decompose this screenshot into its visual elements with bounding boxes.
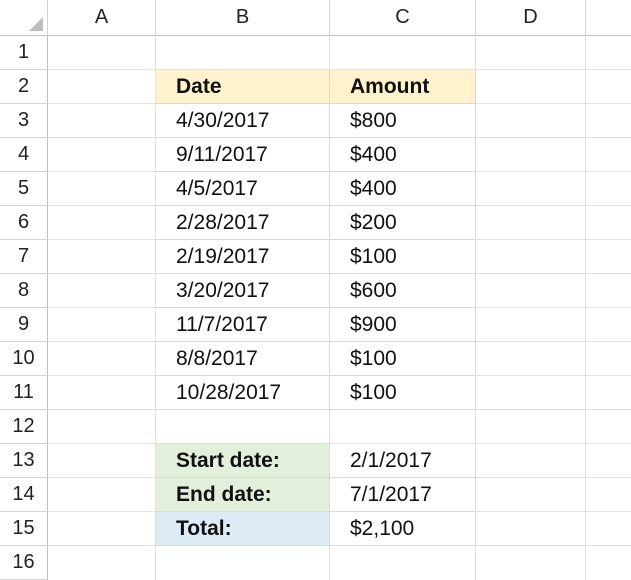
total-label[interactable]: Total: [156,512,330,546]
column-header-b[interactable]: B [156,0,330,36]
date-cell[interactable]: 10/28/2017 [156,376,330,410]
end-date-label[interactable]: End date: [156,478,330,512]
row-header-11[interactable]: 11 [0,376,48,410]
row-header-10[interactable]: 10 [0,342,48,376]
amount-cell[interactable]: $200 [330,206,476,240]
row-header-8[interactable]: 8 [0,274,48,308]
date-cell[interactable]: 2/19/2017 [156,240,330,274]
column-header-e-partial[interactable] [586,0,631,36]
row-header-9[interactable]: 9 [0,308,48,342]
amount-cell[interactable]: $800 [330,104,476,138]
row-header-7[interactable]: 7 [0,240,48,274]
date-cell[interactable]: 3/20/2017 [156,274,330,308]
date-cell[interactable]: 9/11/2017 [156,138,330,172]
column-header-d[interactable]: D [476,0,586,36]
date-cell[interactable]: 4/5/2017 [156,172,330,206]
end-date-value[interactable]: 7/1/2017 [330,478,476,512]
amount-cell[interactable]: $400 [330,172,476,206]
row-header-1[interactable]: 1 [0,36,48,70]
amount-cell[interactable]: $100 [330,376,476,410]
amount-cell[interactable]: $100 [330,342,476,376]
row-header-15[interactable]: 15 [0,512,48,546]
row-header-3[interactable]: 3 [0,104,48,138]
amount-cell[interactable]: $400 [330,138,476,172]
date-cell[interactable]: 2/28/2017 [156,206,330,240]
date-cell[interactable]: 11/7/2017 [156,308,330,342]
select-all-button[interactable] [0,0,48,36]
row-header-12[interactable]: 12 [0,410,48,444]
date-cell[interactable]: 4/30/2017 [156,104,330,138]
table-header-amount[interactable]: Amount [330,70,476,104]
amount-cell[interactable]: $100 [330,240,476,274]
row-header-16[interactable]: 16 [0,546,48,580]
row-header-2[interactable]: 2 [0,70,48,104]
total-value[interactable]: $2,100 [330,512,476,546]
column-header-c[interactable]: C [330,0,476,36]
row-header-14[interactable]: 14 [0,478,48,512]
start-date-label[interactable]: Start date: [156,444,330,478]
spreadsheet-grid[interactable]: A B C D 1 2 3 4 5 6 7 8 9 10 11 12 13 14… [0,0,631,580]
table-header-date[interactable]: Date [156,70,330,104]
amount-cell[interactable]: $900 [330,308,476,342]
amount-cell[interactable]: $600 [330,274,476,308]
gridline [585,36,586,580]
row-header-6[interactable]: 6 [0,206,48,240]
date-cell[interactable]: 8/8/2017 [156,342,330,376]
select-all-triangle-icon [29,17,43,31]
column-header-a[interactable]: A [48,0,156,36]
row-header-13[interactable]: 13 [0,444,48,478]
row-header-4[interactable]: 4 [0,138,48,172]
row-header-5[interactable]: 5 [0,172,48,206]
start-date-value[interactable]: 2/1/2017 [330,444,476,478]
